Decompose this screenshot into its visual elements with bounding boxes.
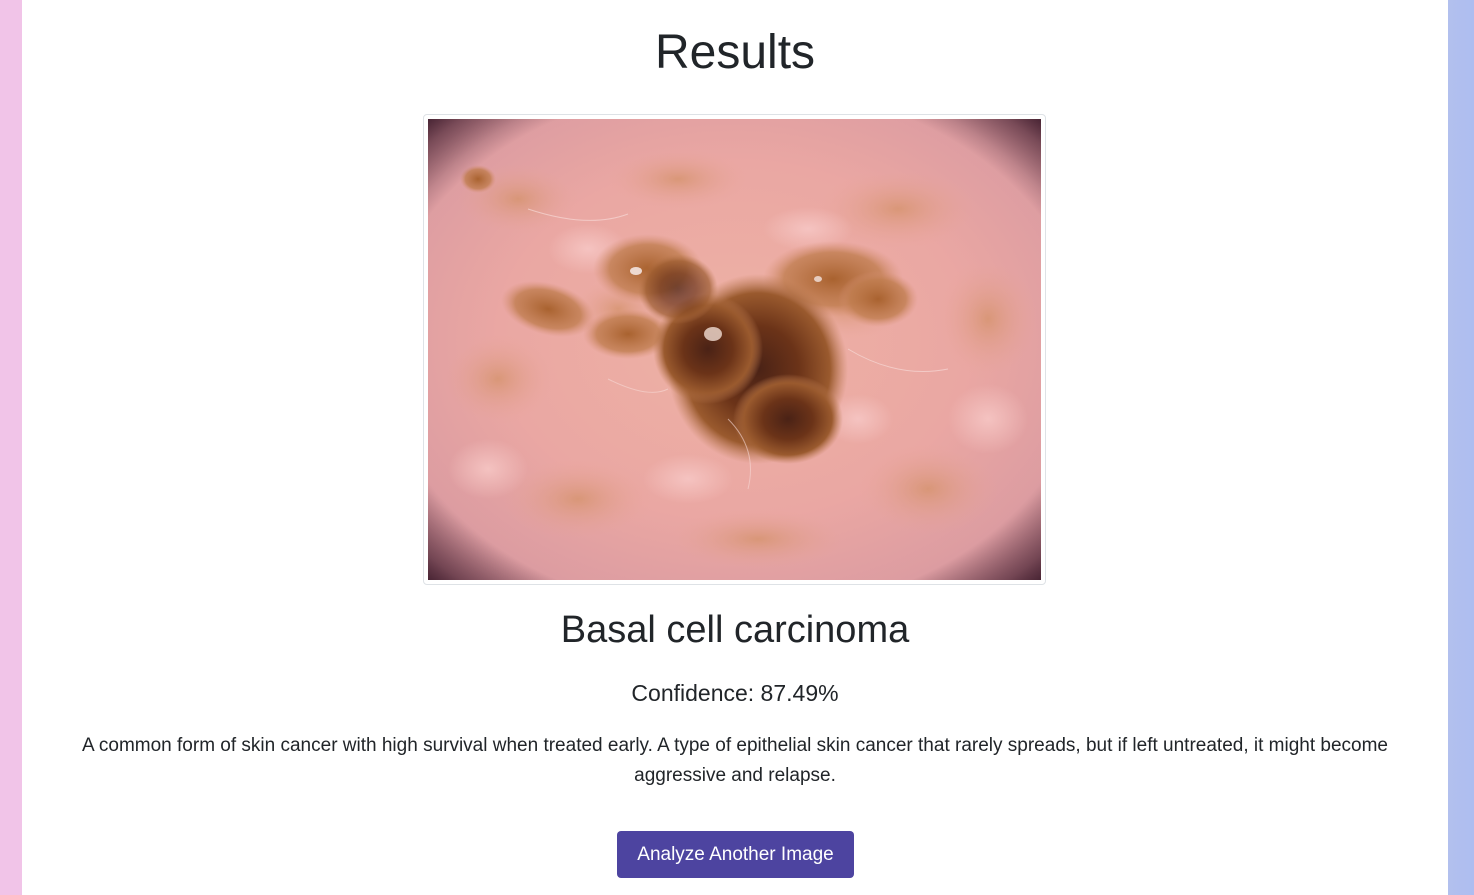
lesion-image	[428, 119, 1041, 580]
page-title: Results	[654, 26, 816, 79]
lesion-image-frame	[423, 114, 1046, 585]
confidence-score: Confidence: 87.49%	[631, 680, 839, 706]
diagnosis-description: A common form of skin cancer with high s…	[81, 735, 1388, 786]
analyze-another-image-button[interactable]: Analyze Another Image	[617, 831, 854, 878]
diagnosis-label: Basal cell carcinoma	[560, 609, 910, 651]
results-card: Results Basal cell carcinoma Confidence:…	[22, 0, 1448, 895]
